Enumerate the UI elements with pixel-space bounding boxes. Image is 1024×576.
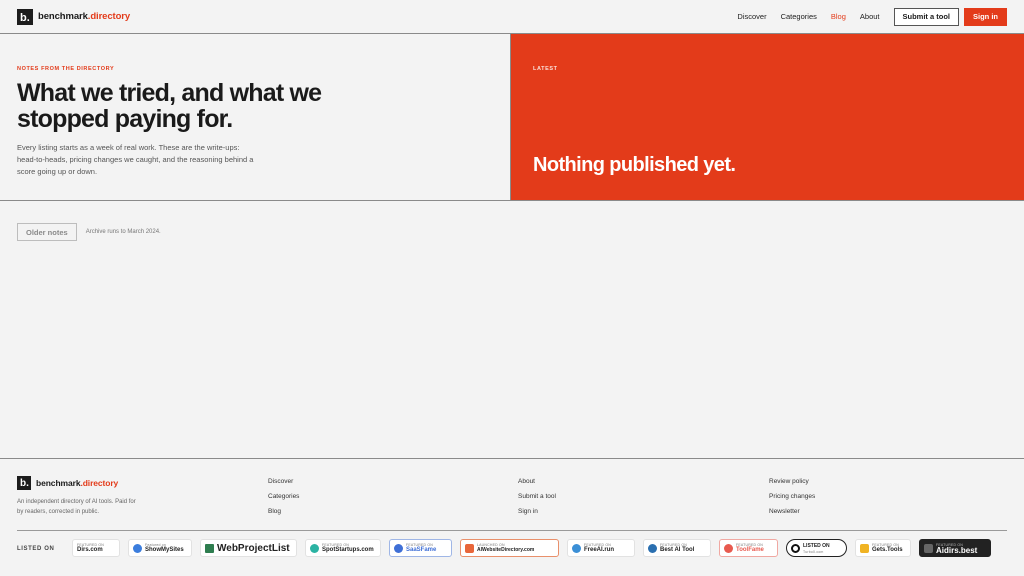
- hero-section: NOTES FROM THE DIRECTORY What we tried, …: [0, 34, 1024, 201]
- footer-link-about[interactable]: About: [518, 478, 556, 485]
- footer-link-review-policy[interactable]: Review policy: [769, 478, 815, 485]
- aiwebsitedirectory-icon: [465, 543, 474, 553]
- hero-intro: NOTES FROM THE DIRECTORY What we tried, …: [0, 34, 511, 200]
- badge-aidirs[interactable]: FEATURED ON Aidirs.best: [919, 539, 991, 557]
- footer-link-pricing-changes[interactable]: Pricing changes: [769, 493, 815, 500]
- badge-freeai[interactable]: FEATURED ON FreeAI.run: [567, 539, 635, 557]
- footer-logo-icon: b.: [17, 476, 31, 490]
- badge-dirs[interactable]: FEATURED ON Dirs.com: [72, 539, 120, 557]
- archive-note: Archive runs to March 2024.: [85, 229, 161, 235]
- showmysites-icon: [133, 543, 142, 553]
- brand-logo-link[interactable]: b. benchmark.directory: [17, 8, 131, 25]
- badge-aiwebsitedirectory[interactable]: LAUNCHED ON AIWebsiteDirectory.com: [460, 539, 559, 557]
- nav-discover[interactable]: Discover: [737, 12, 766, 21]
- footer-link-signin[interactable]: Sign in: [518, 508, 556, 515]
- nav-categories[interactable]: Categories: [781, 12, 817, 21]
- aidirs-icon: [924, 543, 933, 553]
- badge-turbo0[interactable]: LISTED ON Turbo0.com: [786, 539, 847, 557]
- badge-getstools[interactable]: FEATURED ON Gets.Tools: [855, 539, 911, 557]
- footer-divider: [17, 530, 1007, 531]
- logo-icon: b.: [17, 8, 33, 25]
- toolfame-icon: [724, 543, 733, 553]
- nav-blog[interactable]: Blog: [831, 12, 846, 21]
- latest-empty-title: Nothing published yet.: [533, 154, 736, 176]
- footer-brand-link[interactable]: b. benchmark.directory: [17, 476, 118, 490]
- bestaitool-icon: [648, 543, 657, 553]
- main-nav: Discover Categories Blog About Submit a …: [723, 7, 1007, 26]
- badge-saasfame[interactable]: FEATURED ON SaaSFame: [389, 539, 452, 557]
- badge-toolfame[interactable]: FEATURED ON ToolFame: [719, 539, 778, 557]
- sign-in-button[interactable]: Sign in: [964, 7, 1007, 26]
- footer-link-newsletter[interactable]: Newsletter: [769, 508, 815, 515]
- footer-link-discover[interactable]: Discover: [268, 478, 299, 485]
- hero-eyebrow: NOTES FROM THE DIRECTORY: [17, 66, 115, 72]
- webprojectlist-icon: [205, 543, 214, 553]
- brand-name: benchmark.directory: [38, 11, 131, 22]
- latest-panel: LATEST Nothing published yet.: [511, 34, 1024, 200]
- latest-label: LATEST: [533, 66, 558, 72]
- footer-column-3: Review policy Pricing changes Newsletter: [769, 478, 815, 515]
- footer-description: An independent directory of AI tools. Pa…: [17, 499, 136, 515]
- spotstartups-icon: [310, 543, 319, 553]
- badge-showmysites[interactable]: Featured on ShowMySites: [128, 539, 192, 557]
- site-footer: b. benchmark.directory An independent di…: [0, 458, 1024, 576]
- badge-spotstartups[interactable]: FEATURED ON SpotStartups.com: [305, 539, 381, 557]
- getstools-icon: [860, 543, 869, 553]
- listed-on-label: LISTED ON: [17, 546, 55, 552]
- hero-description: Every listing starts as a week of real w…: [17, 143, 254, 176]
- footer-column-2: About Submit a tool Sign in: [518, 478, 556, 515]
- submit-tool-button[interactable]: Submit a tool: [893, 7, 959, 26]
- site-header: b. benchmark.directory Discover Categori…: [0, 0, 1024, 34]
- badge-bestaitool[interactable]: FEATURED ON Best AI Tool: [643, 539, 711, 557]
- page-title: What we tried, and what we stopped payin…: [17, 79, 322, 133]
- footer-link-submit[interactable]: Submit a tool: [518, 493, 556, 500]
- listing-badges: FEATURED ON Dirs.com Featured on ShowMySit…: [72, 539, 991, 557]
- footer-link-blog[interactable]: Blog: [268, 508, 299, 515]
- older-notes-button[interactable]: Older notes: [17, 223, 77, 241]
- saasfame-icon: [394, 543, 403, 553]
- footer-column-1: Discover Categories Blog: [268, 478, 299, 515]
- badge-webprojectlist[interactable]: WebProjectList: [200, 539, 297, 557]
- archive-row: Older notes Archive runs to March 2024.: [17, 223, 161, 241]
- nav-about[interactable]: About: [860, 12, 880, 21]
- turbo0-icon: [791, 543, 800, 553]
- footer-brand-name: benchmark.directory: [36, 478, 119, 488]
- footer-link-categories[interactable]: Categories: [268, 493, 299, 500]
- freeai-icon: [572, 543, 581, 553]
